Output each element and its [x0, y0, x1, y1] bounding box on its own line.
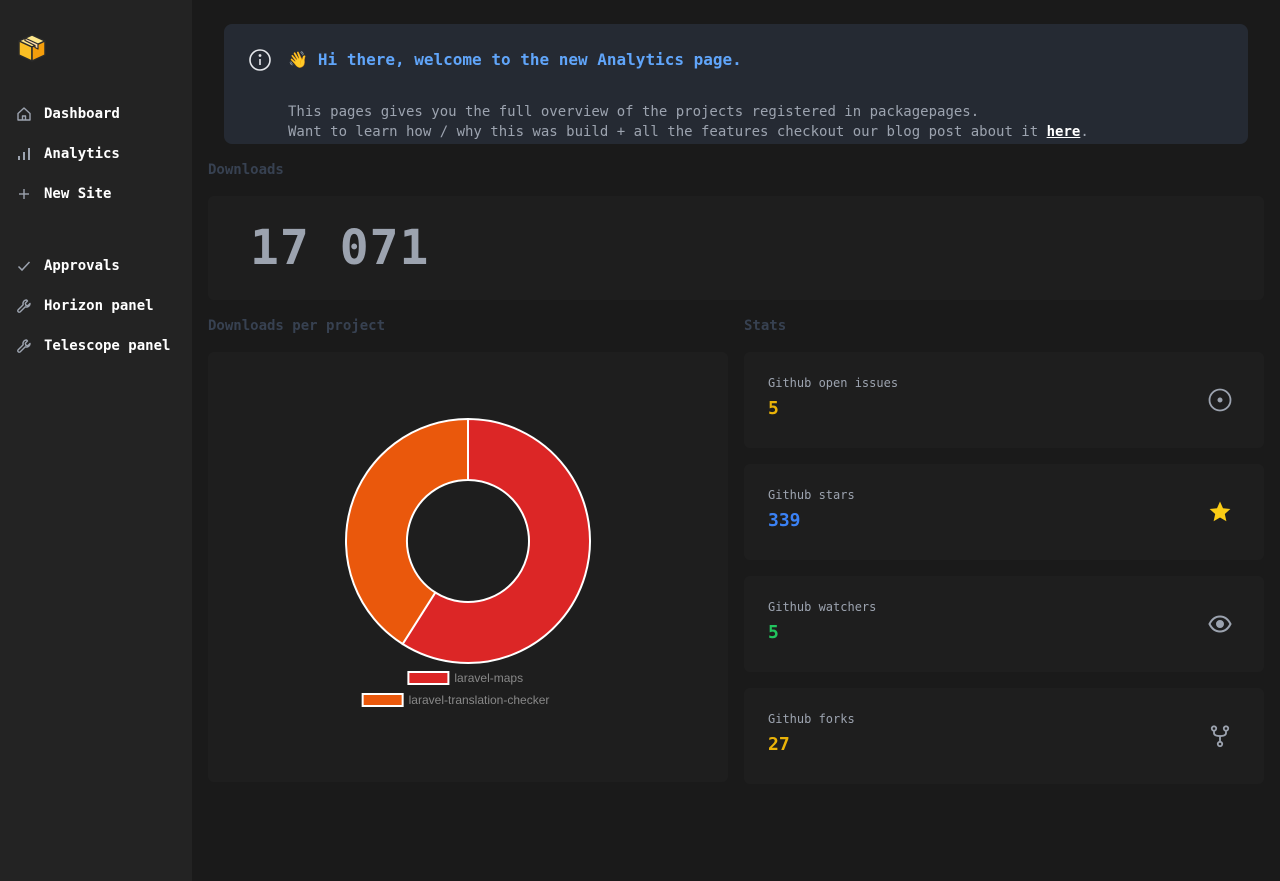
wrench-icon [16, 298, 32, 314]
legend-label-laravel-translation-checker[interactable]: laravel-translation-checker [409, 693, 550, 707]
welcome-banner: 👋 Hi there, welcome to the new Analytics … [224, 24, 1248, 144]
sidebar-item-horizon-panel[interactable]: Horizon panel [16, 294, 186, 318]
sidebar-item-label: Horizon panel [44, 298, 154, 314]
stat-label: Github open issues [768, 376, 899, 390]
legend-label-laravel-maps[interactable]: laravel-maps [454, 671, 523, 685]
downloads-total: 17 071 [250, 220, 430, 276]
plus-icon [16, 186, 32, 202]
sidebar-item-label: Dashboard [44, 106, 120, 122]
check-icon [16, 258, 32, 274]
banner-description: This pages gives you the full overview o… [288, 104, 980, 120]
circle-dot-icon [1208, 388, 1232, 412]
package-box-icon[interactable] [16, 32, 48, 64]
sidebar-item-new-site[interactable]: New Site [16, 182, 186, 206]
eye-icon [1208, 612, 1232, 636]
stat-card-watchers: Github watchers 5 [744, 576, 1264, 672]
legend-swatch-laravel-maps[interactable] [407, 671, 450, 685]
downloads-per-project-label: Downloads per project [208, 318, 386, 334]
stat-label: Github watchers [768, 600, 877, 614]
downloads-card: 17 071 [208, 196, 1264, 300]
info-icon [248, 48, 272, 72]
stat-value: 339 [768, 510, 801, 531]
sidebar-item-label: Telescope panel [44, 338, 171, 354]
stat-label: Github forks [768, 712, 855, 726]
sidebar: Dashboard Analytics New Site Approvals H… [0, 0, 192, 881]
home-icon [16, 106, 32, 122]
banner-blog-text: Want to learn how / why this was build +… [288, 124, 1047, 140]
wrench-icon [16, 338, 32, 354]
sidebar-item-approvals[interactable]: Approvals [16, 254, 186, 278]
sidebar-item-label: New Site [44, 186, 112, 202]
downloads-doughnut-chart: laravel-maps laravel-translation-checker [345, 417, 591, 707]
sidebar-item-dashboard[interactable]: Dashboard [16, 102, 186, 126]
stat-value: 27 [768, 734, 790, 755]
banner-title: 👋 Hi there, welcome to the new Analytics … [288, 50, 742, 69]
fork-icon [1208, 724, 1232, 748]
sidebar-item-label: Approvals [44, 258, 120, 274]
bar-chart-icon [16, 146, 32, 162]
sidebar-item-telescope-panel[interactable]: Telescope panel [16, 334, 186, 358]
stats-section-label: Stats [744, 318, 787, 334]
legend-swatch-laravel-translation-checker[interactable] [361, 693, 404, 707]
downloads-per-project-card: laravel-maps laravel-translation-checker [208, 352, 728, 782]
sidebar-item-label: Analytics [44, 146, 120, 162]
sidebar-item-analytics[interactable]: Analytics [16, 142, 186, 166]
banner-blog-suffix: . [1080, 124, 1089, 140]
banner-blog-line: Want to learn how / why this was build +… [288, 124, 1089, 140]
downloads-section-label: Downloads [208, 162, 284, 178]
banner-title-text: Hi there, welcome to the new Analytics p… [317, 50, 742, 69]
blog-post-link[interactable]: here [1047, 124, 1081, 140]
stat-card-open-issues: Github open issues 5 [744, 352, 1264, 448]
star-icon [1208, 500, 1232, 524]
stat-label: Github stars [768, 488, 855, 502]
stat-card-forks: Github forks 27 [744, 688, 1264, 784]
stat-value: 5 [768, 398, 779, 419]
stat-card-stars: Github stars 339 [744, 464, 1264, 560]
stat-value: 5 [768, 622, 779, 643]
waving-hand-icon: 👋 [288, 50, 308, 69]
